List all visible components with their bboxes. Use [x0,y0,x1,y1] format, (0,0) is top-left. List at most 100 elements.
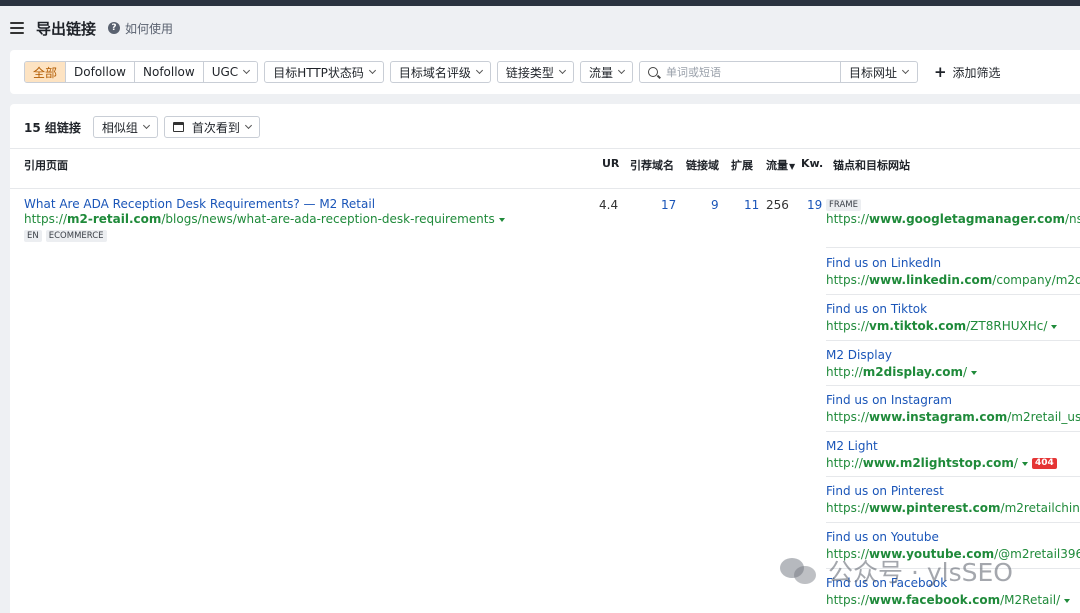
anchor-target-url[interactable]: https://www.googletagmanager.com/ns.html [826,212,1080,226]
col-header-referring-page[interactable]: 引用页面 [24,157,68,173]
http-status-label: 目标HTTP状态码 [273,65,364,80]
divider [826,431,1080,432]
target-url-dropdown[interactable]: 目标网址 [841,62,917,82]
col-header-ur[interactable]: UR [602,157,619,170]
link-type-dropdown[interactable]: 链接类型 [496,61,574,83]
col-header-traffic[interactable]: 流量▼ [766,157,795,173]
url-path: /ns.html [1065,212,1080,226]
search-group: 目标网址 [638,61,918,83]
anchor-target-url[interactable]: http://www.m2lightstop.com/ 404 [826,456,1080,470]
referring-page-title[interactable]: What Are ADA Reception Desk Requirements… [24,197,375,211]
plus-icon: + [933,63,947,81]
domain-rating-dropdown[interactable]: 目标域名评级 [389,61,491,83]
sort-first-seen-dropdown[interactable]: 首次看到 [163,116,260,138]
anchor-text[interactable]: M2 Light [826,439,1080,453]
divider [10,188,1080,189]
filter-ugc-label: UGC [211,65,239,79]
add-filter-button[interactable]: + 添加筛选 [934,63,1001,81]
search-icon [647,67,658,77]
results-toolbar: 15 组链接 相似组 首次看到 [24,116,266,138]
url-prefix: https:// [826,273,870,287]
url-dropdown-icon[interactable] [1064,598,1071,603]
col-header-kw[interactable]: Kw. [801,157,823,170]
col-header-linked-domains[interactable]: 链接域 [686,157,719,173]
url-dropdown-icon[interactable] [498,217,505,222]
divider [826,247,1080,248]
anchor-target-url[interactable]: https://www.facebook.com/M2Retail/ [826,593,1080,607]
anchor-text[interactable]: Find us on Youtube [826,530,1080,544]
chevron-down-icon [475,66,483,75]
hamburger-menu-icon[interactable] [10,22,24,34]
anchor-target-url[interactable]: https://www.pinterest.com/m2retailchina/ [826,501,1080,515]
col-header-ref-domains[interactable]: 引荐域名 [630,157,674,173]
results-panel: 15 组链接 相似组 首次看到 引用页面 UR 引荐域名 链接域 扩展 流量▼ … [10,104,1080,613]
anchor-text[interactable]: Find us on Instagram [826,393,1080,407]
group-similar-label: 相似组 [101,120,138,135]
calendar-icon [172,122,184,132]
anchor-item: Find us on LinkedIn https://www.linkedin… [826,256,1080,287]
url-domain: www.googletagmanager.com [869,212,1066,226]
language-tag: EN [24,230,42,242]
search-input[interactable] [665,65,826,79]
domain-rating-label: 目标域名评级 [398,65,471,80]
url-path: /blogs/news/what-are-ada-reception-desk-… [161,212,495,226]
link-type-label: 链接类型 [505,65,554,80]
watermark: 公众号 · ylsSEO [780,553,1013,589]
url-prefix: http:// [826,456,863,470]
anchor-text[interactable]: Find us on Pinterest [826,484,1080,498]
url-prefix: https:// [826,319,870,333]
filter-nofollow[interactable]: Nofollow [135,62,204,82]
url-domain: m2display.com [862,365,964,379]
http-status-dropdown[interactable]: 目标HTTP状态码 [264,61,384,83]
chevron-down-icon [901,66,910,75]
filter-ugc-dropdown[interactable]: UGC [203,62,258,82]
col-header-anchor[interactable]: 锚点和目标网站 [833,157,910,173]
filter-all[interactable]: 全部 [25,62,67,82]
http-404-badge: 404 [1031,458,1057,469]
anchor-target-url[interactable]: https://www.linkedin.com/company/m2displ… [826,273,1080,287]
url-path: / [963,365,968,379]
anchor-target-url[interactable]: https://www.instagram.com/m2retail_usa/ [826,410,1080,424]
help-link[interactable]: 如何使用 [125,20,173,37]
category-tag: ECOMMERCE [45,230,107,242]
filter-dofollow[interactable]: Dofollow [66,62,135,82]
anchor-target-url[interactable]: http://m2display.com/ [826,365,1080,379]
url-prefix: https:// [826,593,870,607]
chevron-down-icon [244,121,252,130]
anchor-item: M2 Light http://www.m2lightstop.com/ 404 [826,439,1080,470]
linked-domains-value[interactable]: 9 [711,198,719,212]
url-domain: www.m2lightstop.com [862,456,1014,470]
url-domain: vm.tiktok.com [869,319,967,333]
anchor-target-url[interactable]: https://vm.tiktok.com/ZT8RHUXHc/ [826,319,1080,333]
result-count: 15 组链接 [24,120,81,135]
url-prefix: http:// [826,365,863,379]
kw-value[interactable]: 19 [807,198,822,212]
url-dropdown-icon[interactable] [1051,324,1058,329]
sort-desc-icon: ▼ [789,162,796,171]
anchor-text[interactable]: Find us on Tiktok [826,302,1080,316]
wechat-logo-icon [780,556,820,586]
anchor-item: M2 Display http://m2display.com/ [826,348,1080,379]
traffic-label: 流量 [588,65,613,80]
traffic-dropdown[interactable]: 流量 [579,61,633,83]
chevron-down-icon [243,66,251,75]
referring-page-url[interactable]: https://m2-retail.com/blogs/news/what-ar… [24,212,505,226]
url-dropdown-icon[interactable] [1021,461,1028,466]
help-icon[interactable]: ? [108,22,121,34]
watermark-text: 公众号 · ylsSEO [828,558,1013,587]
ur-value: 4.4 [599,198,619,212]
url-dropdown-icon[interactable] [971,370,978,375]
anchor-text[interactable]: M2 Display [826,348,1080,362]
col-header-ext[interactable]: 扩展 [731,157,753,173]
anchor-item: Find us on Tiktok https://vm.tiktok.com/… [826,302,1080,333]
anchor-text[interactable]: Find us on LinkedIn [826,256,1080,270]
divider [826,294,1080,295]
group-similar-dropdown[interactable]: 相似组 [92,116,158,138]
url-prefix: https:// [826,410,870,424]
chevron-down-icon [617,66,625,75]
url-domain: www.linkedin.com [869,273,993,287]
divider [826,476,1080,477]
ref-domains-value[interactable]: 17 [661,198,676,212]
url-path: /M2Retail/ [1000,593,1061,607]
ext-value[interactable]: 11 [744,198,759,212]
